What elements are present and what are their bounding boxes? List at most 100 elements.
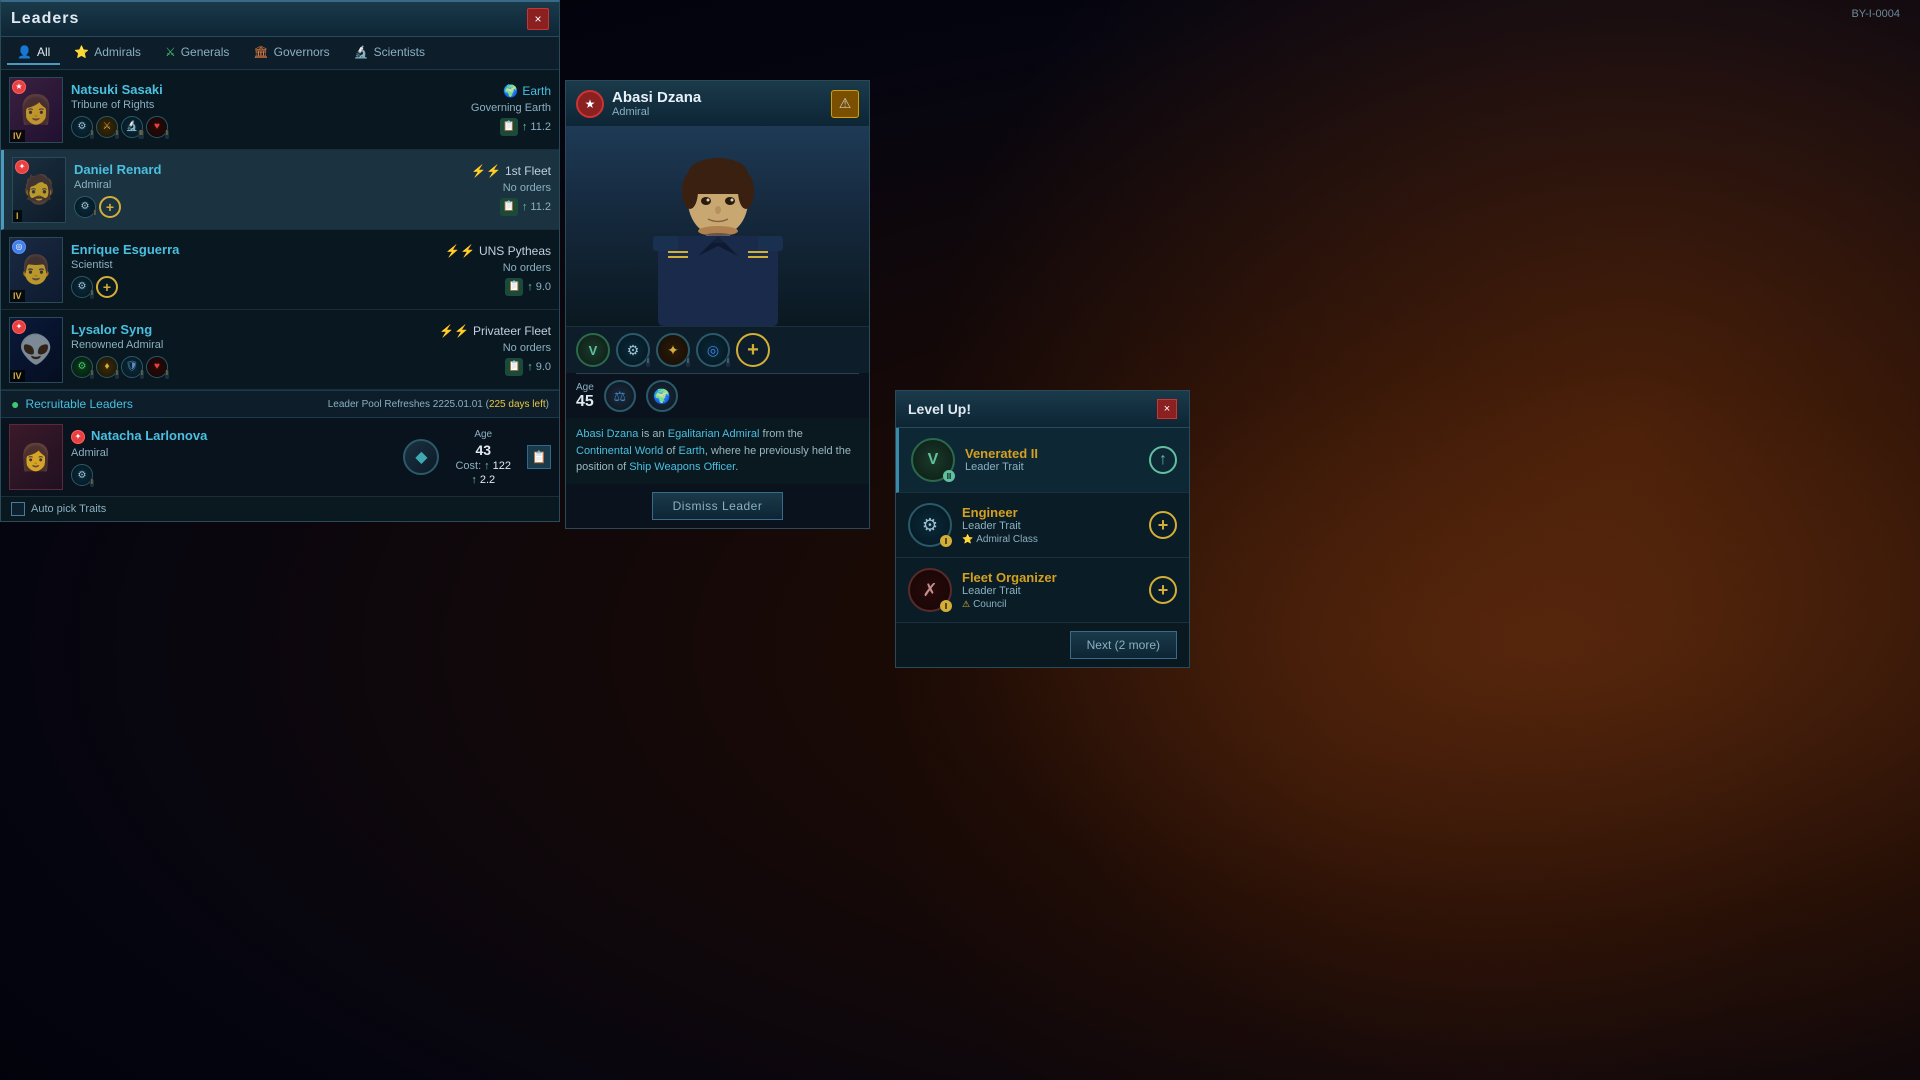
leaders-header: Leaders × xyxy=(1,2,559,37)
filter-tabs: 👤 All ⭐ Admirals ⚔ Generals 🏛 Governors … xyxy=(1,37,559,70)
general-icon: ⚔ xyxy=(165,45,176,59)
leaders-title: Leaders xyxy=(11,10,79,28)
leader-traits: ⚙I + xyxy=(74,196,423,218)
add-trait-button[interactable]: + xyxy=(96,276,118,298)
detail-trait-bar: V ⚙ I ✦ I ◎ I + xyxy=(566,326,869,373)
select-venerated-button[interactable]: ↑ xyxy=(1149,446,1177,474)
trait-option-engineer[interactable]: ⚙ I Engineer Leader Trait ⭐ Admiral Clas… xyxy=(896,493,1189,558)
trait-icon: ⚔I xyxy=(96,116,118,138)
all-icon: 👤 xyxy=(17,45,32,59)
list-item[interactable]: 👽 IV ✦ Lysalor Syng Renowned Admiral ⚙I … xyxy=(1,310,559,390)
detail-name-block: Abasi Dzana Admiral xyxy=(612,89,823,118)
leader-xp: ↑ 9.0 xyxy=(527,281,551,293)
trait-icon: ⚙I xyxy=(71,464,93,486)
trait-icon: ♦I xyxy=(96,356,118,378)
assignment-action: Governing Earth xyxy=(471,102,551,114)
leader-role: Tribune of Rights xyxy=(71,99,423,111)
add-trait-button[interactable]: + xyxy=(99,196,121,218)
trait-option-fleet-organizer[interactable]: ✗ I Fleet Organizer Leader Trait ⚠ Counc… xyxy=(896,558,1189,623)
leader-role: Renowned Admiral xyxy=(71,339,423,351)
levelup-close-button[interactable]: × xyxy=(1157,399,1177,419)
auto-pick-checkbox[interactable] xyxy=(11,502,25,516)
status-icon: 📋 xyxy=(500,198,518,216)
trait-option-venerated[interactable]: V II Venerated II Leader Trait ↑ xyxy=(896,428,1189,493)
add-trait-detail-button[interactable]: + xyxy=(736,333,770,367)
next-btn-row: Next (2 more) xyxy=(896,623,1189,667)
leader-xp: ↑ 11.2 xyxy=(522,201,551,213)
trait-icon: ⚙I xyxy=(71,356,93,378)
leaders-panel: Leaders × 👤 All ⭐ Admirals ⚔ Generals 🏛 … xyxy=(0,0,560,522)
tab-all[interactable]: 👤 All xyxy=(7,41,60,65)
venerated-trait-icon: V II xyxy=(911,438,955,482)
detail-trait-venerated: V xyxy=(576,333,610,367)
level-badge: I xyxy=(940,535,952,547)
detail-panel: ★ Abasi Dzana Admiral ⚠ xyxy=(565,80,870,529)
detail-header: ★ Abasi Dzana Admiral ⚠ xyxy=(566,81,869,126)
trait-icon: 🛡I xyxy=(121,356,143,378)
level-badge: II xyxy=(943,470,955,482)
levelup-header: Level Up! × xyxy=(896,391,1189,428)
stat-icon-planet[interactable]: 🌍 xyxy=(646,380,678,412)
stat-icon-balance[interactable]: ⚖ xyxy=(604,380,636,412)
trait-icon: ⚙I xyxy=(71,116,93,138)
list-item[interactable]: 🧔 I ✦ Daniel Renard Admiral ⚙I + ⚡⚡ 1st … xyxy=(1,150,559,230)
assignment-location: ⚡⚡ UNS Pytheas xyxy=(445,244,551,258)
leader-name: Lysalor Syng xyxy=(71,322,423,337)
recruit-age-cost: Age 43 Cost: ↑ 122 ↑ 2.2 xyxy=(455,429,511,486)
assignment-location: ⚡⚡ 1st Fleet xyxy=(471,164,551,178)
dismiss-leader-button[interactable]: Dismiss Leader xyxy=(652,492,784,520)
auto-pick-row: Auto pick Traits xyxy=(1,497,559,521)
select-fleet-organizer-button[interactable]: + xyxy=(1149,576,1177,604)
trait-option-name: Fleet Organizer xyxy=(962,570,1139,585)
trait-option-type: Leader Trait xyxy=(965,461,1139,473)
status-icon: 📋 xyxy=(505,278,523,296)
trait-option-info: Venerated II Leader Trait xyxy=(965,446,1139,475)
leader-name: Enrique Esguerra xyxy=(71,242,423,257)
leader-role: Admiral xyxy=(74,179,423,191)
detail-leader-role: Admiral xyxy=(612,106,823,118)
leader-assignment: 🌍 Earth Governing Earth 📋 ↑ 11.2 xyxy=(431,84,551,136)
detail-trait-3: ✦ I xyxy=(656,333,690,367)
trait-icon: ♥I xyxy=(146,356,168,378)
detail-stats: Age 45 ⚖ 🌍 xyxy=(566,374,869,418)
detail-faction-icon: ★ xyxy=(576,90,604,118)
leader-assignment: ⚡⚡ Privateer Fleet No orders 📋 ↑ 9.0 xyxy=(431,324,551,376)
tab-scientists[interactable]: 🔬 Scientists xyxy=(344,41,435,65)
list-item[interactable]: 👨 IV ◎ Enrique Esguerra Scientist ⚙I + ⚡… xyxy=(1,230,559,310)
leader-info: Daniel Renard Admiral ⚙I + xyxy=(74,162,423,218)
scientist-icon: 🔬 xyxy=(354,45,369,59)
leader-portrait: 👨 IV ◎ xyxy=(9,237,63,303)
leader-list: 👩 IV ★ Natsuki Sasaki Tribune of Rights … xyxy=(1,70,559,390)
levelup-panel: Level Up! × V II Venerated II Leader Tra… xyxy=(895,390,1190,668)
leader-xp: ↑ 9.0 xyxy=(527,361,551,373)
list-item[interactable]: 👩 IV ★ Natsuki Sasaki Tribune of Rights … xyxy=(1,70,559,150)
leader-portrait: 🧔 I ✦ xyxy=(12,157,66,223)
assignment-action: No orders xyxy=(503,342,551,354)
age-stat: Age 45 xyxy=(576,382,594,411)
leaders-close-button[interactable]: × xyxy=(527,8,549,30)
recruit-trait-icon: ◆ xyxy=(403,439,439,475)
levelup-title: Level Up! xyxy=(908,401,971,417)
status-icon: 📋 xyxy=(500,118,518,136)
leader-assignment: ⚡⚡ UNS Pytheas No orders 📋 ↑ 9.0 xyxy=(431,244,551,296)
recruitable-title: ● Recruitable Leaders xyxy=(11,396,133,412)
leader-name: Daniel Renard xyxy=(74,162,423,177)
assignment-action: No orders xyxy=(503,262,551,274)
tab-generals[interactable]: ⚔ Generals xyxy=(155,41,239,65)
leader-traits: ⚙I + xyxy=(71,276,423,298)
next-button[interactable]: Next (2 more) xyxy=(1070,631,1177,659)
assignment-location: ⚡⚡ Privateer Fleet xyxy=(439,324,551,338)
detail-portrait-area xyxy=(566,126,869,326)
tab-admirals[interactable]: ⭐ Admirals xyxy=(64,41,151,65)
select-engineer-button[interactable]: + xyxy=(1149,511,1177,539)
recruit-traits: ⚙I xyxy=(71,464,395,486)
tab-governors[interactable]: 🏛 Governors xyxy=(243,41,339,65)
recruit-info: ✦ Natacha Larlonova Admiral ⚙I xyxy=(71,428,395,486)
leader-portrait: 👽 IV ✦ xyxy=(9,317,63,383)
recruit-item[interactable]: 👩 ✦ Natacha Larlonova Admiral ⚙I ◆ Age 4… xyxy=(1,418,559,497)
fleet-organizer-trait-icon: ✗ I xyxy=(908,568,952,612)
trait-option-name: Venerated II xyxy=(965,446,1139,461)
leader-info: Lysalor Syng Renowned Admiral ⚙I ♦I 🛡I ♥… xyxy=(71,322,423,378)
detail-leader-name: Abasi Dzana xyxy=(612,89,823,106)
recruit-status-icon: 📋 xyxy=(527,445,551,469)
